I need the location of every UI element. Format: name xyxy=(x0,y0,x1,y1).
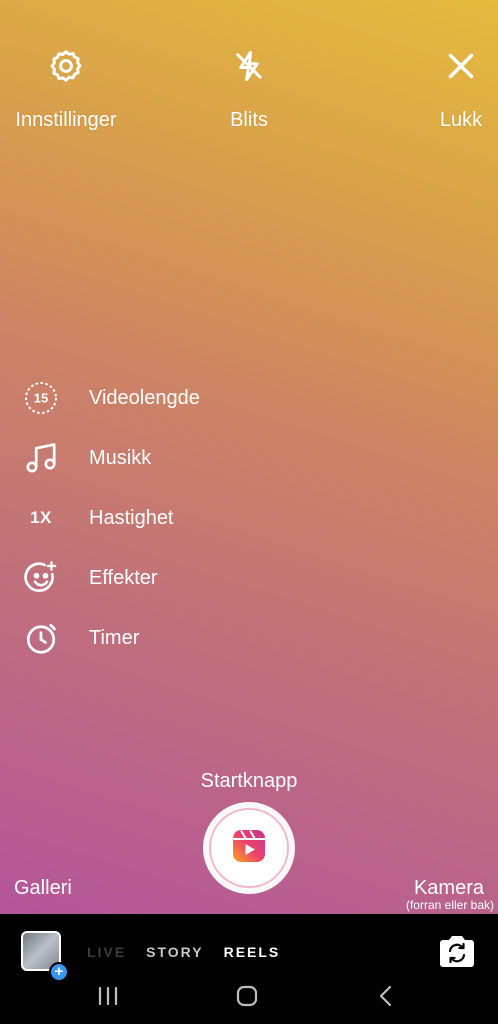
flash-off-icon xyxy=(231,48,267,89)
back-icon xyxy=(373,985,401,1014)
system-navigation-bar xyxy=(0,968,498,1024)
timer-label: Timer xyxy=(89,626,140,649)
camera-flip-button[interactable] xyxy=(437,934,477,970)
mode-live[interactable]: LIVE xyxy=(87,944,126,960)
settings-label: Innstillinger xyxy=(15,109,117,131)
close-button[interactable]: Lukk xyxy=(431,48,491,132)
gear-icon xyxy=(48,48,84,89)
effects-label: Effekter xyxy=(89,566,158,589)
flash-label: Blits xyxy=(230,109,268,131)
mode-story[interactable]: STORY xyxy=(146,944,203,960)
speed-label: Hastighet xyxy=(89,506,174,529)
music-label: Musikk xyxy=(89,446,152,469)
camera-sub-label: (forran eller bak) xyxy=(405,898,494,912)
music-note-icon xyxy=(22,439,60,477)
stopwatch-icon xyxy=(22,619,60,657)
camera-label: Kamera xyxy=(413,877,484,899)
home-icon xyxy=(233,985,261,1014)
back-button[interactable] xyxy=(373,982,401,1010)
gallery-label: Galleri xyxy=(14,877,72,899)
reels-icon xyxy=(231,828,267,869)
speed-icon: 1X xyxy=(30,508,52,527)
music-tool[interactable]: Musikk xyxy=(22,428,200,488)
sparkle-face-icon xyxy=(22,559,60,597)
settings-button[interactable]: Innstillinger xyxy=(6,48,126,132)
home-button[interactable] xyxy=(233,982,261,1010)
record-button-inner xyxy=(209,808,289,888)
start-button-label: Startknapp xyxy=(200,770,298,792)
speed-tool[interactable]: 1X Hastighet xyxy=(22,488,200,548)
camera-viewfinder[interactable]: Innstillinger Blits Lukk 15 Videolengde … xyxy=(0,0,498,914)
tools-menu: 15 Videolengde Musikk 1X Hastighet Effek… xyxy=(22,368,200,668)
svg-text:15: 15 xyxy=(34,391,48,406)
timer-15-icon: 15 xyxy=(22,379,60,417)
record-button[interactable] xyxy=(203,802,295,894)
recent-apps-button[interactable] xyxy=(94,982,122,1010)
video-length-tool[interactable]: 15 Videolengde xyxy=(22,368,200,428)
recent-apps-icon xyxy=(94,986,122,1014)
close-label: Lukk xyxy=(439,109,483,131)
mode-reels[interactable]: REELS xyxy=(224,944,281,960)
mode-selector: LIVE STORY REELS xyxy=(87,944,280,960)
timer-tool[interactable]: Timer xyxy=(22,608,200,668)
close-icon xyxy=(443,48,479,89)
video-length-label: Videolengde xyxy=(89,386,200,409)
flash-button[interactable]: Blits xyxy=(209,48,289,132)
effects-tool[interactable]: Effekter xyxy=(22,548,200,608)
